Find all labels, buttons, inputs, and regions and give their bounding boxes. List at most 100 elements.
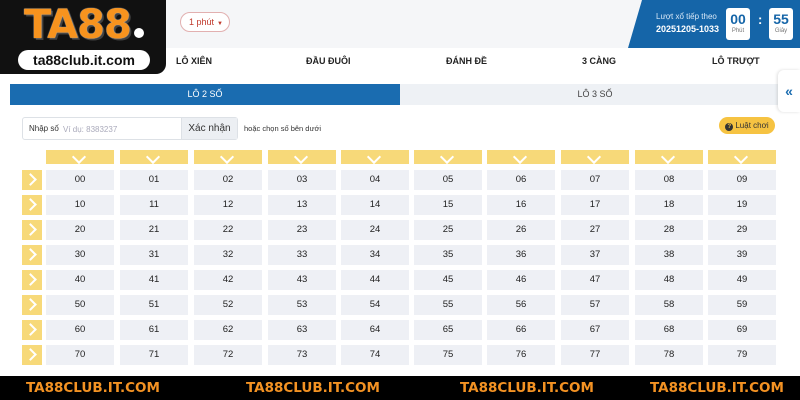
nav-3-cang[interactable]: 3 CÀNG [582, 56, 616, 66]
rules-button[interactable]: ? Luật chơi [719, 117, 775, 134]
number-cell[interactable]: 28 [635, 220, 703, 240]
column-select-toggle[interactable] [120, 150, 188, 164]
column-select-toggle[interactable] [708, 150, 776, 164]
number-cell[interactable]: 05 [414, 170, 482, 190]
number-cell[interactable]: 03 [268, 170, 336, 190]
nav-lo-xien[interactable]: LÔ XIÊN [176, 56, 212, 66]
number-cell[interactable]: 02 [194, 170, 262, 190]
number-cell[interactable]: 58 [635, 295, 703, 315]
number-cell[interactable]: 08 [635, 170, 703, 190]
collapse-panel-icon[interactable]: « [778, 70, 800, 112]
number-cell[interactable]: 55 [414, 295, 482, 315]
number-cell[interactable]: 32 [194, 245, 262, 265]
number-cell[interactable]: 29 [708, 220, 776, 240]
tab-lo-2-so[interactable]: LÔ 2 SỐ [10, 84, 400, 105]
number-cell[interactable]: 46 [487, 270, 555, 290]
number-cell[interactable]: 24 [341, 220, 409, 240]
number-cell[interactable]: 77 [561, 345, 629, 365]
number-cell[interactable]: 79 [708, 345, 776, 365]
number-cell[interactable]: 10 [46, 195, 114, 215]
number-cell[interactable]: 23 [268, 220, 336, 240]
number-cell[interactable]: 06 [487, 170, 555, 190]
number-cell[interactable]: 22 [194, 220, 262, 240]
confirm-button[interactable]: Xác nhận [181, 118, 237, 139]
nav-danh-de[interactable]: ĐÁNH ĐỀ [446, 56, 487, 66]
number-cell[interactable]: 16 [487, 195, 555, 215]
number-cell[interactable]: 64 [341, 320, 409, 340]
number-cell[interactable]: 57 [561, 295, 629, 315]
number-cell[interactable]: 70 [46, 345, 114, 365]
row-select-toggle[interactable] [22, 345, 42, 365]
number-cell[interactable]: 14 [341, 195, 409, 215]
number-cell[interactable]: 40 [46, 270, 114, 290]
number-cell[interactable]: 47 [561, 270, 629, 290]
row-select-toggle[interactable] [22, 270, 42, 290]
nav-dau-duoi[interactable]: ĐẦU ĐUÔI [306, 56, 351, 66]
row-select-toggle[interactable] [22, 295, 42, 315]
number-cell[interactable]: 12 [194, 195, 262, 215]
period-select[interactable]: 1 phút ▼ [180, 12, 230, 32]
column-select-toggle[interactable] [561, 150, 629, 164]
number-cell[interactable]: 20 [46, 220, 114, 240]
number-cell[interactable]: 76 [487, 345, 555, 365]
column-select-toggle[interactable] [341, 150, 409, 164]
column-select-toggle[interactable] [635, 150, 703, 164]
number-cell[interactable]: 25 [414, 220, 482, 240]
number-cell[interactable]: 04 [341, 170, 409, 190]
brand-logo[interactable]: TA88 ta88club.it.com [0, 0, 166, 74]
number-cell[interactable]: 11 [120, 195, 188, 215]
number-cell[interactable]: 35 [414, 245, 482, 265]
column-select-toggle[interactable] [268, 150, 336, 164]
number-cell[interactable]: 00 [46, 170, 114, 190]
number-cell[interactable]: 65 [414, 320, 482, 340]
number-cell[interactable]: 30 [46, 245, 114, 265]
number-cell[interactable]: 59 [708, 295, 776, 315]
number-cell[interactable]: 37 [561, 245, 629, 265]
number-cell[interactable]: 31 [120, 245, 188, 265]
row-select-toggle[interactable] [22, 320, 42, 340]
number-cell[interactable]: 75 [414, 345, 482, 365]
number-cell[interactable]: 68 [635, 320, 703, 340]
number-cell[interactable]: 44 [341, 270, 409, 290]
number-cell[interactable]: 07 [561, 170, 629, 190]
number-cell[interactable]: 09 [708, 170, 776, 190]
number-cell[interactable]: 45 [414, 270, 482, 290]
number-cell[interactable]: 19 [708, 195, 776, 215]
column-select-toggle[interactable] [487, 150, 555, 164]
number-cell[interactable]: 43 [268, 270, 336, 290]
number-cell[interactable]: 15 [414, 195, 482, 215]
number-cell[interactable]: 38 [635, 245, 703, 265]
number-cell[interactable]: 17 [561, 195, 629, 215]
number-cell[interactable]: 67 [561, 320, 629, 340]
number-cell[interactable]: 26 [487, 220, 555, 240]
number-cell[interactable]: 49 [708, 270, 776, 290]
row-select-toggle[interactable] [22, 195, 42, 215]
column-select-toggle[interactable] [46, 150, 114, 164]
number-cell[interactable]: 36 [487, 245, 555, 265]
number-cell[interactable]: 01 [120, 170, 188, 190]
number-cell[interactable]: 27 [561, 220, 629, 240]
number-cell[interactable]: 66 [487, 320, 555, 340]
number-cell[interactable]: 42 [194, 270, 262, 290]
number-cell[interactable]: 63 [268, 320, 336, 340]
number-cell[interactable]: 54 [341, 295, 409, 315]
number-input[interactable] [63, 121, 181, 137]
number-cell[interactable]: 62 [194, 320, 262, 340]
tab-lo-3-so[interactable]: LÔ 3 SỐ [400, 84, 790, 105]
number-cell[interactable]: 52 [194, 295, 262, 315]
number-cell[interactable]: 78 [635, 345, 703, 365]
number-cell[interactable]: 50 [46, 295, 114, 315]
number-cell[interactable]: 69 [708, 320, 776, 340]
column-select-toggle[interactable] [414, 150, 482, 164]
number-cell[interactable]: 39 [708, 245, 776, 265]
number-cell[interactable]: 21 [120, 220, 188, 240]
number-cell[interactable]: 71 [120, 345, 188, 365]
row-select-toggle[interactable] [22, 220, 42, 240]
number-cell[interactable]: 41 [120, 270, 188, 290]
number-cell[interactable]: 74 [341, 345, 409, 365]
column-select-toggle[interactable] [194, 150, 262, 164]
number-cell[interactable]: 72 [194, 345, 262, 365]
number-cell[interactable]: 60 [46, 320, 114, 340]
row-select-toggle[interactable] [22, 245, 42, 265]
nav-lo-truot[interactable]: LÔ TRƯỢT [712, 56, 760, 66]
